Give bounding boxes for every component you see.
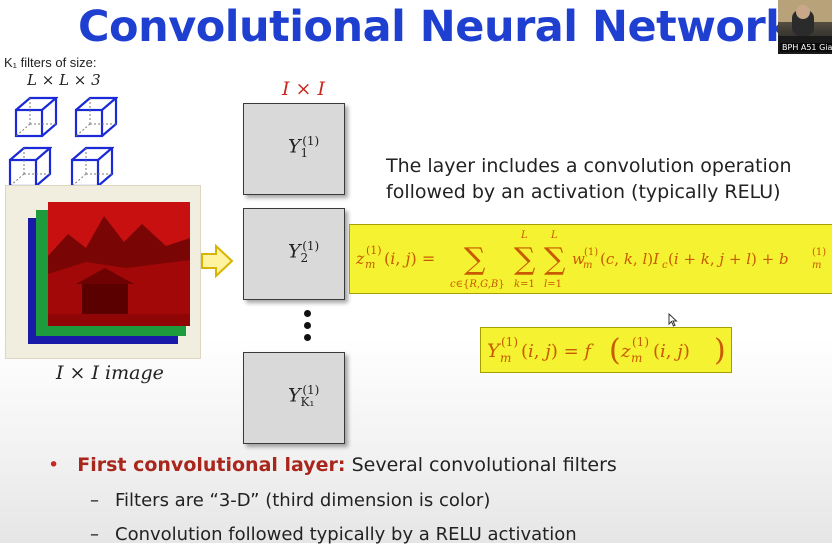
webcam-label: BPH A51 Gia <box>780 43 832 52</box>
svg-text:(: ( <box>609 333 621 368</box>
filter-cube-icon <box>8 146 52 188</box>
bullet-main: • First convolutional layer: Several conv… <box>48 454 617 476</box>
description-line: The layer includes a convolution operati… <box>386 155 792 177</box>
svg-text:z: z <box>620 341 631 362</box>
feature-map-sup: (1) <box>302 134 320 148</box>
sub-bullet-text: Filters are “3-D” (third dimension is co… <box>115 490 491 511</box>
webcam-thumbnail: BPH A51 Gia <box>778 0 832 54</box>
svg-text:(1): (1) <box>366 244 382 257</box>
convolution-equation: z m (1) (i, j) = ∑ c∈{R,G,B} ∑ L k=1 ∑ L… <box>349 224 832 294</box>
feature-map-base: Y <box>288 135 301 158</box>
output-size-label: I × I <box>282 78 326 100</box>
sub-bullet-text: Convolution followed typically by a RELU… <box>115 524 577 545</box>
activation-equation-formula: Y m (1) (i, j) = f ( z m (1) (i, j) ) <box>487 333 726 368</box>
svg-text:l=1: l=1 <box>544 279 562 290</box>
svg-text:k=1: k=1 <box>514 279 535 290</box>
svg-text:m: m <box>631 351 642 365</box>
bullet-main-text: Several convolutional filters <box>351 454 617 476</box>
feature-map-sub: 1 <box>300 146 309 161</box>
svg-text:(1): (1) <box>501 335 518 349</box>
bullet-main-bold: First convolutional layer: <box>77 454 346 476</box>
feature-map-1: Y1(1) <box>243 103 345 195</box>
rgb-image-stack <box>28 202 190 344</box>
sub-bullet: – Filters are “3-D” (third dimension is c… <box>90 490 491 511</box>
svg-text:(i, j) = f: (i, j) = f <box>521 341 594 362</box>
filter-cube-icon <box>14 96 58 138</box>
svg-text:(i + k, j + l) + b: (i + k, j + l) + b <box>668 250 789 268</box>
filters-size: L × L × 3 <box>27 71 101 89</box>
svg-text:∑: ∑ <box>544 242 566 277</box>
svg-text:(i, j) =: (i, j) = <box>384 249 435 268</box>
sub-bullet: – Convolution followed typically by a REL… <box>90 524 577 545</box>
svg-text:m: m <box>583 260 592 271</box>
svg-text:(1): (1) <box>632 335 649 349</box>
svg-text:m: m <box>812 260 821 271</box>
feature-map-sup: (1) <box>302 383 320 397</box>
svg-text:(1): (1) <box>584 247 598 258</box>
feature-map-k1: YK₁(1) <box>243 352 345 444</box>
slide-title: Convolutional Neural Networks <box>78 2 819 52</box>
filter-cube-icon <box>74 96 118 138</box>
feature-map-label: Y1(1) <box>288 134 319 160</box>
mouse-cursor-icon <box>668 313 678 327</box>
svg-text:(1): (1) <box>812 247 826 258</box>
feature-map-2: Y2(1) <box>243 208 345 300</box>
description-line: followed by an activation (typically REL… <box>386 181 781 203</box>
feature-map-base: Y <box>288 384 301 407</box>
layer-description: The layer includes a convolution operati… <box>386 153 792 205</box>
feature-map-label: Y2(1) <box>288 239 319 265</box>
input-image-panel <box>6 186 200 358</box>
svg-text:∑: ∑ <box>464 242 486 277</box>
filter-cube-icon <box>70 146 114 188</box>
feature-map-base: Y <box>288 240 301 263</box>
convolution-equation-formula: z m (1) (i, j) = ∑ c∈{R,G,B} ∑ L k=1 ∑ L… <box>355 230 826 290</box>
feature-map-sup: (1) <box>302 239 320 253</box>
feature-map-sub: K₁ <box>300 395 315 410</box>
svg-text:c∈{R,G,B}: c∈{R,G,B} <box>450 279 505 290</box>
image-label: I × I image <box>56 362 164 384</box>
svg-text:(c, k, l)I: (c, k, l)I <box>600 250 660 268</box>
svg-text:L: L <box>520 230 528 241</box>
svg-text:L: L <box>550 230 558 241</box>
svg-text:(i, j): (i, j) <box>653 341 690 362</box>
feature-map-sub: 2 <box>300 251 309 266</box>
activation-equation: Y m (1) (i, j) = f ( z m (1) (i, j) ) <box>480 327 732 373</box>
svg-text:z: z <box>355 249 365 268</box>
svg-text:m: m <box>365 258 375 271</box>
svg-text:m: m <box>500 351 511 365</box>
svg-text:∑: ∑ <box>514 242 536 277</box>
arrow-right-icon <box>201 244 234 278</box>
ellipsis-dots <box>304 310 311 346</box>
svg-text:): ) <box>714 333 726 368</box>
feature-map-label: YK₁(1) <box>288 383 319 409</box>
filters-label: K₁ filters of size: <box>4 55 97 70</box>
